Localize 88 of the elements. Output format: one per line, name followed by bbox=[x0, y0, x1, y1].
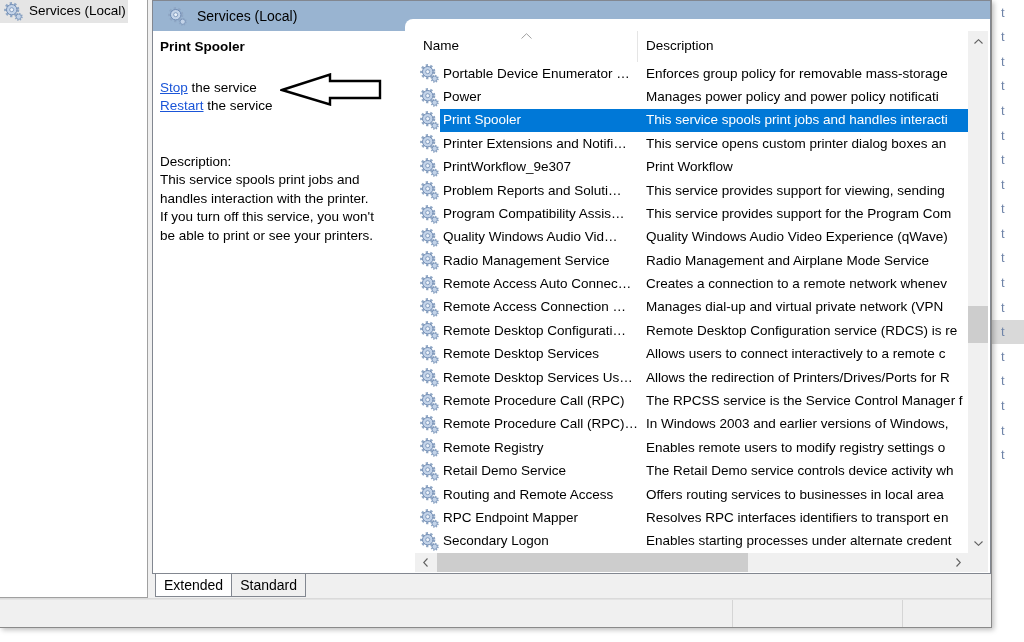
service-action-link[interactable]: Restart bbox=[160, 98, 204, 113]
service-description: This service spools print jobs and handles interacti bbox=[645, 111, 948, 130]
service-name: Routing and Remote Access bbox=[442, 485, 615, 504]
service-description: Quality Windows Audio Video Experience (qWave) bbox=[645, 228, 948, 247]
service-name: Secondary Logon bbox=[442, 532, 550, 551]
service-name: Remote Desktop Services Us… bbox=[442, 368, 634, 387]
service-description: Enables starting processes under alternate credent bbox=[645, 532, 952, 551]
service-description: The Retail Demo service controls device activity wh bbox=[645, 462, 954, 481]
vertical-scrollbar[interactable] bbox=[968, 31, 988, 553]
gears-icon bbox=[420, 227, 439, 247]
gears-icon bbox=[168, 6, 187, 26]
service-description: This service provides support for viewing, sending bbox=[645, 181, 945, 200]
list-row[interactable]: Print Spooler This service spools print jobs and handles interacti bbox=[440, 108, 968, 133]
service-name: Remote Desktop Services bbox=[442, 345, 601, 364]
service-description: Enables remote users to modify registry settings o bbox=[645, 438, 946, 457]
service-name: Remote Registry bbox=[442, 438, 545, 457]
chevron-right-icon[interactable] bbox=[955, 558, 961, 567]
service-description: Offers routing services to businesses in local area bbox=[645, 485, 944, 504]
gears-icon bbox=[420, 461, 439, 481]
service-description: Allows the redirection of Printers/Drives/Ports for R bbox=[645, 368, 950, 387]
gears-icon bbox=[420, 134, 439, 154]
gears-icon bbox=[420, 274, 439, 294]
service-description: Creates a connection to a remote network whenev bbox=[645, 275, 947, 294]
service-description: This service opens custom printer dialog boxes an bbox=[645, 134, 947, 153]
service-name: Printer Extensions and Notifi… bbox=[442, 134, 628, 153]
service-description: Resolves RPC interfaces identifiers to transport en bbox=[645, 509, 949, 527]
service-name: Remote Access Connection … bbox=[442, 298, 628, 317]
gears-icon bbox=[420, 204, 439, 224]
gears-icon bbox=[420, 391, 439, 411]
service-name: PrintWorkflow_9e307 bbox=[442, 158, 573, 177]
chevron-down-icon[interactable] bbox=[973, 540, 983, 546]
service-name: Power bbox=[442, 87, 483, 106]
gears-icon bbox=[420, 485, 439, 505]
tree-item[interactable]: Services (Local) bbox=[0, 0, 128, 23]
service-action-link[interactable]: Stop bbox=[160, 80, 188, 95]
service-description-text: This service spools print jobs and handles interaction with the printer. If you turn off this service, you won't be able to print or see your printers. bbox=[160, 171, 374, 246]
service-name: Program Compatibility Assis… bbox=[442, 204, 626, 223]
gears-icon bbox=[420, 157, 439, 177]
horizontal-scrollbar[interactable] bbox=[415, 553, 968, 572]
service-name: Remote Procedure Call (RPC) bbox=[442, 392, 626, 411]
gears-icon bbox=[420, 344, 439, 364]
view-tab[interactable]: Extended bbox=[155, 574, 233, 597]
gears-icon bbox=[420, 321, 439, 341]
service-description: Enforces group policy for removable mass-storage bbox=[645, 64, 948, 83]
gears-icon bbox=[4, 2, 23, 21]
scrollbar-thumb[interactable] bbox=[437, 553, 748, 572]
view-tab[interactable]: Standard bbox=[231, 574, 306, 597]
service-description: Manages power policy and power policy notificati bbox=[645, 87, 939, 106]
description-label: Description: bbox=[160, 153, 232, 171]
chevron-left-icon[interactable] bbox=[422, 558, 428, 567]
gears-icon bbox=[420, 64, 439, 84]
service-description: The RPCSS service is the Service Control Manager f bbox=[645, 392, 963, 411]
service-name: Remote Access Auto Connec… bbox=[442, 275, 633, 294]
service-action-text: Stop the service bbox=[160, 79, 257, 97]
service-title: Print Spooler bbox=[160, 38, 245, 56]
gears-icon bbox=[420, 508, 439, 528]
gears-icon bbox=[420, 87, 439, 107]
panel-title: Services (Local) bbox=[197, 6, 298, 26]
service-name: Remote Procedure Call (RPC)… bbox=[442, 415, 638, 434]
service-name: RPC Endpoint Mapper bbox=[442, 509, 580, 527]
service-description: Radio Management and Airplane Mode Service bbox=[645, 251, 929, 270]
service-name: Remote Desktop Configurati… bbox=[442, 321, 628, 340]
service-description: Allows users to connect interactively to a remote c bbox=[645, 345, 946, 364]
service-name: Quality Windows Audio Vid… bbox=[442, 228, 619, 247]
service-description: Remote Desktop Configuration service (RDCS) is re bbox=[645, 321, 958, 340]
service-action-text: Restart the service bbox=[160, 97, 273, 115]
gears-icon bbox=[420, 110, 439, 130]
gears-icon bbox=[420, 438, 439, 458]
chevron-up-icon[interactable] bbox=[973, 38, 983, 44]
gears-icon bbox=[420, 532, 439, 551]
gears-icon bbox=[420, 415, 439, 435]
service-description: Manages dial-up and virtual private network (VPN bbox=[645, 298, 944, 317]
gears-icon bbox=[420, 368, 439, 388]
sort-caret-icon bbox=[521, 33, 532, 39]
service-description: In Windows 2003 and earlier versions of Windows, bbox=[645, 415, 949, 434]
scrollbar-thumb[interactable] bbox=[968, 306, 988, 343]
gears-icon bbox=[420, 298, 439, 318]
background-window-text: t bbox=[992, 319, 1024, 345]
service-description: This service provides support for the Program Com bbox=[645, 204, 952, 223]
gears-icon bbox=[420, 181, 439, 201]
service-name: Radio Management Service bbox=[442, 251, 611, 270]
gears-icon bbox=[420, 251, 439, 271]
service-name: Problem Reports and Soluti… bbox=[442, 181, 623, 200]
service-name: Print Spooler bbox=[442, 111, 523, 130]
service-name: Retail Demo Service bbox=[442, 462, 568, 481]
column-header[interactable]: Description bbox=[638, 31, 968, 62]
service-description: Print Workflow bbox=[645, 158, 733, 177]
service-name: Portable Device Enumerator … bbox=[442, 64, 631, 83]
